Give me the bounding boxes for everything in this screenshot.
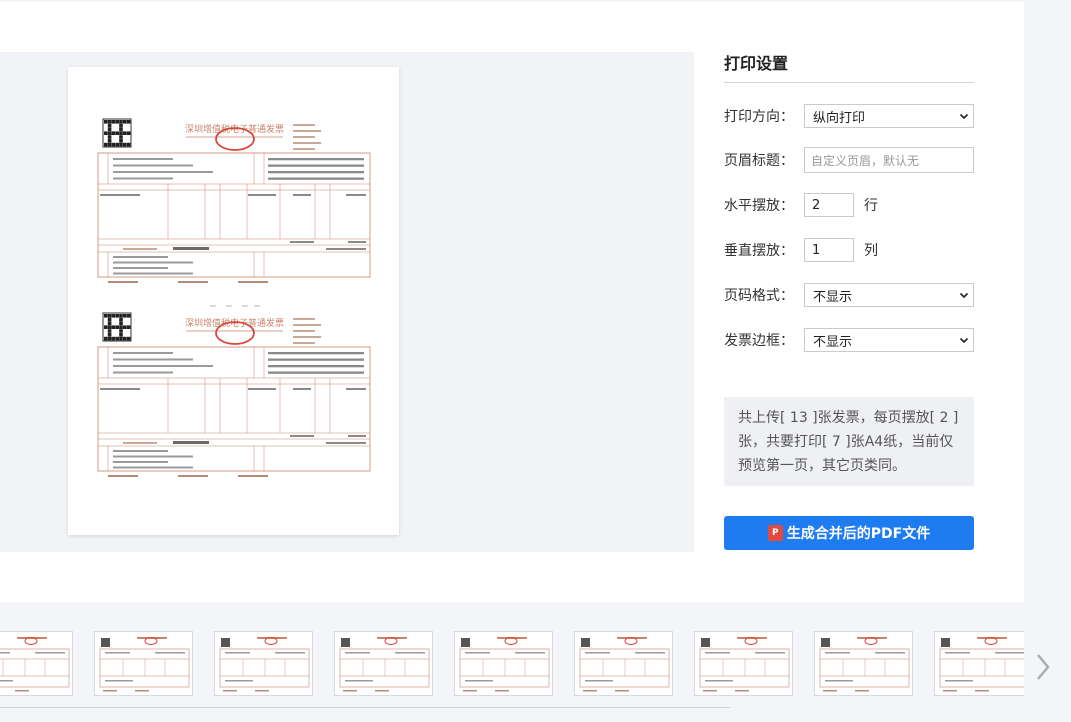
orientation-row: 打印方向： 纵向打印 [724, 104, 974, 128]
cut-mark [210, 305, 216, 307]
header-title-row: 页眉标题： 自定义页眉，默认无 [724, 147, 974, 173]
horizontal-row: 水平摆放： 2 行 [724, 193, 878, 217]
print-settings: 打印设置 打印方向： 纵向打印 页眉标题： 自定义页眉，默认无 水平摆放： 2 … [724, 52, 974, 352]
page-number-value: 不显示 [813, 289, 853, 305]
horizontal-unit: 行 [864, 198, 878, 214]
chevron-down-icon [959, 111, 969, 121]
invoice-copy: 深圳增值税电子普通发票 [97, 118, 371, 283]
cut-mark [254, 305, 260, 307]
chevron-right-icon[interactable] [1033, 652, 1053, 682]
header-title-label: 页眉标题： [724, 153, 794, 169]
invoice-thumbnail[interactable] [814, 631, 913, 696]
settings-title: 打印设置 [724, 52, 974, 83]
thumbnail-invoice-image [339, 637, 430, 692]
qr-code [102, 118, 132, 148]
header-title-input[interactable]: 自定义页眉，默认无 [804, 147, 974, 173]
invoice-thumbnail[interactable] [454, 631, 553, 696]
invoice-thumbnail[interactable] [94, 631, 193, 696]
qr-code [102, 312, 132, 342]
page-number-select[interactable]: 不显示 [804, 283, 974, 307]
vertical-label: 垂直摆放： [724, 243, 794, 259]
thumbnail-invoice-image [0, 637, 70, 692]
invoice-title: 深圳增值税电子普通发票 [185, 123, 284, 135]
horizontal-label: 水平摆放： [724, 198, 794, 214]
invoice-preview: 深圳增值税电子普通发票深圳增值税电子普通发票 [97, 118, 371, 477]
invoice-thumbnail[interactable] [0, 631, 73, 696]
orientation-value: 纵向打印 [813, 110, 866, 126]
thumbnail-invoice-image [219, 637, 310, 692]
thumbnail-invoice-image [99, 637, 190, 692]
thumbnail-invoice-image [699, 637, 790, 692]
border-label: 发票边框： [724, 333, 794, 349]
vertical-unit: 列 [864, 243, 878, 259]
thumbnail-invoice-image [819, 637, 910, 692]
page-number-row: 页码格式： 不显示 [724, 283, 974, 307]
thumbnail-invoice-image [939, 637, 1024, 692]
invoice-thumbnail[interactable] [934, 631, 1024, 696]
page-number-label: 页码格式： [724, 288, 794, 304]
thumbnail-strip [0, 626, 1024, 706]
horizontal-count-input[interactable]: 2 [804, 193, 854, 217]
vertical-row: 垂直摆放： 1 列 [724, 238, 878, 262]
generate-pdf-button[interactable]: P 生成合并后的PDF文件 [724, 516, 974, 550]
invoice-title: 深圳增值税电子普通发票 [185, 317, 284, 329]
invoice-thumbnail[interactable] [214, 631, 313, 696]
pdf-icon: P [767, 525, 783, 541]
invoice-thumbnail[interactable] [574, 631, 673, 696]
vertical-count-input[interactable]: 1 [804, 238, 854, 262]
invoice-copy: 深圳增值税电子普通发票 [97, 312, 371, 477]
border-select[interactable]: 不显示 [804, 328, 974, 352]
scrollbar-track[interactable] [0, 707, 730, 708]
a4-preview-page: 深圳增值税电子普通发票 深圳增值税电子普通发票 [68, 67, 399, 535]
orientation-select[interactable]: 纵向打印 [804, 104, 974, 128]
border-row: 发票边框： 不显示 [724, 328, 974, 352]
border-value: 不显示 [813, 334, 853, 350]
generate-pdf-label: 生成合并后的PDF文件 [786, 526, 931, 542]
upload-summary: 共上传[ 13 ]张发票，每页摆放[ 2 ]张，共要打印[ 7 ]张A4纸，当前… [724, 397, 974, 486]
thumbnail-invoice-image [459, 637, 550, 692]
thumbnail-invoice-image [579, 637, 670, 692]
preview-area: 深圳增值税电子普通发票 深圳增值税电子普通发票 [0, 52, 694, 552]
cut-mark [242, 305, 248, 307]
chevron-down-icon [959, 290, 969, 300]
cut-mark [226, 305, 232, 307]
chevron-down-icon [959, 335, 969, 345]
invoice-thumbnail[interactable] [694, 631, 793, 696]
invoice-thumbnail[interactable] [334, 631, 433, 696]
orientation-label: 打印方向： [724, 109, 794, 125]
